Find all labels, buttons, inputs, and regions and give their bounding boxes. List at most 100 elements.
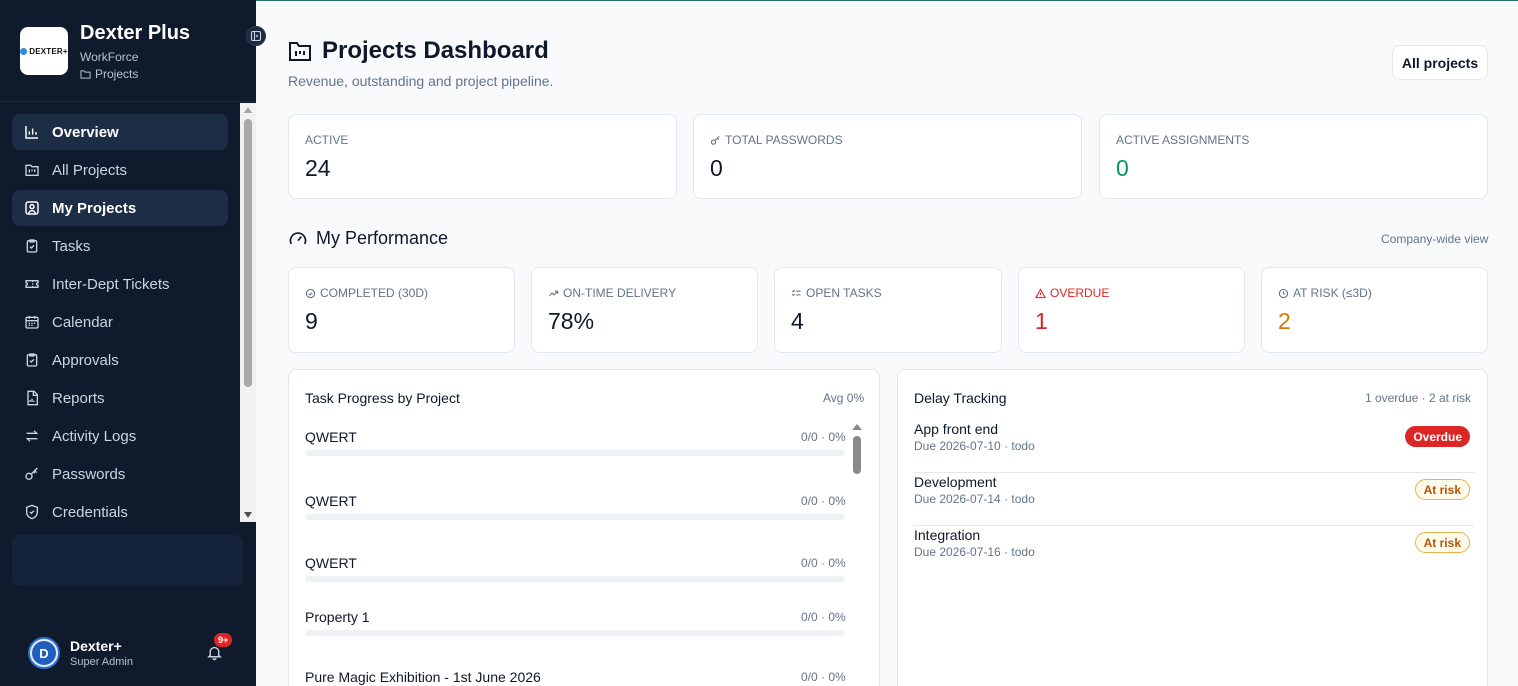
sidebar-item-calendar[interactable]: Calendar [12,304,228,340]
stat-card-active: ACTIVE 24 [288,114,677,199]
user-profile[interactable]: D Dexter+ Super Admin [28,637,133,669]
main-content: Projects Dashboard Revenue, outstanding … [256,0,1518,686]
project-name: Property 1 [305,609,370,625]
calendar-icon [24,314,40,330]
status-badge: At risk [1414,532,1470,553]
sidebar-item-inter-dept-tickets[interactable]: Inter-Dept Tickets [12,266,228,302]
stat-label: OVERDUE [1035,286,1109,300]
project-progress-bar [305,514,845,520]
ticket-icon [24,276,40,292]
folder-kanban-icon [24,162,40,178]
sidebar: DEXTER+ Dexter Plus WorkForce Projects O… [0,0,266,686]
sidebar-item-all-projects[interactable]: All Projects [12,152,228,188]
project-meta: 0/0 · 0% [801,610,846,624]
page-title-text: Projects Dashboard [322,37,549,64]
list-item[interactable]: Integration Due 2026-07-16 · todo At ris… [914,527,1474,579]
stat-value: 78% [548,308,595,334]
stat-card-total-passwords: TOTAL PASSWORDS 0 [693,114,1082,199]
stat-label: AT RISK (≤3D) [1278,286,1372,300]
project-meta: 0/0 · 0% [801,430,846,444]
task-name: Integration [914,527,981,543]
stat-card-active-assignments: ACTIVE ASSIGNMENTS 0 [1099,114,1488,199]
collapse-sidebar-button[interactable] [246,26,266,46]
list-item[interactable]: Development Due 2026-07-14 · todo At ris… [914,474,1474,526]
clipboard-check-icon [24,238,40,254]
avatar-initial: D [32,641,56,665]
stat-label-text: AT RISK (≤3D) [1293,286,1372,300]
sidebar-item-credentials[interactable]: Credentials [12,494,228,522]
avg-progress: Avg 0% [823,391,865,405]
stat-label-text: ON-TIME DELIVERY [563,286,677,300]
performance-section-title: My Performance [288,228,448,249]
scrollbar-thumb[interactable] [244,119,252,387]
alert-triangle-icon [1035,287,1046,299]
sidebar-item-reports[interactable]: Reports [12,380,228,416]
stat-label: OPEN TASKS [791,286,882,300]
sidebar-nav: Overview All Projects My Projects Tasks … [0,103,240,522]
performance-title-text: My Performance [316,228,449,248]
sidebar-item-label: Calendar [52,313,113,331]
stat-value: 0 [1116,155,1129,181]
metric-card-at-risk: AT RISK (≤3D) 2 [1261,267,1488,353]
metric-card-on-time-delivery: ON-TIME DELIVERY 78% [531,267,758,353]
scroll-up-arrow-icon[interactable] [244,107,252,113]
file-chart-icon [24,390,40,406]
task-name: Development [914,474,997,490]
sidebar-footer-card [12,535,243,586]
project-meta: 0/0 · 0% [801,556,846,570]
sidebar-item-label: Reports [52,389,105,407]
brand-breadcrumb[interactable]: Projects [80,67,138,81]
bar-chart-icon [24,124,40,140]
task-due: Due 2026-07-10 · todo [914,439,1035,453]
scrollbar-thumb[interactable] [853,436,861,474]
sidebar-item-activity-logs[interactable]: Activity Logs [12,418,228,454]
sidebar-item-overview[interactable]: Overview [12,114,228,150]
delay-summary: 1 overdue · 2 at risk [1364,391,1471,405]
key-icon [24,466,40,482]
task-name: App front end [914,421,999,437]
stat-label: ACTIVE ASSIGNMENTS [1116,133,1250,147]
performance-scope: Company-wide view [1381,232,1489,246]
task-due: Due 2026-07-16 · todo [914,545,1035,559]
gauge-icon [288,229,308,249]
stat-label-text: TOTAL PASSWORDS [725,133,843,147]
stat-value: 0 [710,155,723,181]
scroll-up-arrow-icon[interactable] [852,424,862,430]
sidebar-item-label: Approvals [52,351,119,369]
sidebar-item-passwords[interactable]: Passwords [12,456,228,492]
stat-label-text: OVERDUE [1050,286,1110,300]
project-progress-bar [305,450,845,456]
stat-value: 24 [305,155,331,181]
status-badge: At risk [1414,479,1470,500]
list-item[interactable]: App front end Due 2026-07-10 · todo Over… [914,421,1474,473]
sidebar-item-label: Inter-Dept Tickets [52,275,170,293]
stat-value: 4 [791,308,804,334]
metric-card-open-tasks: OPEN TASKS 4 [774,267,1002,353]
logo-mark [20,47,28,55]
brand-logo: DEXTER+ [20,27,68,75]
user-role: Super Admin [70,656,133,668]
task-progress-panel: Task Progress by Project Avg 0% QWERT 0/… [288,369,880,686]
sidebar-item-approvals[interactable]: Approvals [12,342,228,378]
project-name: QWERT [305,429,357,445]
all-projects-button[interactable]: All projects [1392,45,1488,80]
scroll-down-arrow-icon[interactable] [244,512,252,518]
page-title: Projects Dashboard [288,37,549,65]
project-meta: 0/0 · 0% [801,494,846,508]
metric-card-overdue: OVERDUE 1 [1018,267,1245,353]
sidebar-scrollbar[interactable] [240,103,256,522]
brand-header: DEXTER+ Dexter Plus WorkForce Projects [0,0,256,102]
stat-label-text: COMPLETED (30D) [320,286,429,300]
project-name: Pure Magic Exhibition - 1st June 2026 [305,669,541,685]
list-checks-icon [791,288,802,299]
stat-value: 1 [1035,308,1048,334]
key-icon [710,135,721,146]
avatar: D [28,637,60,669]
page-subtitle: Revenue, outstanding and project pipelin… [288,73,554,89]
sidebar-item-tasks[interactable]: Tasks [12,228,228,264]
sidebar-item-label: Tasks [52,237,91,255]
stat-label: COMPLETED (30D) [305,286,428,300]
check-circle-icon [305,288,316,299]
project-name: QWERT [305,493,357,509]
sidebar-item-my-projects[interactable]: My Projects [12,190,228,226]
